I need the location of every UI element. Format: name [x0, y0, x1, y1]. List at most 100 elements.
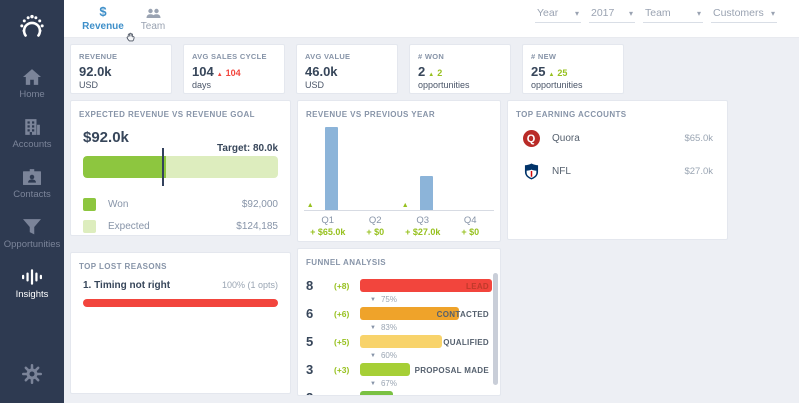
funnel-stage-proposal-made: 3 (+3) PROPOSAL MADE ▼ 67% [298, 363, 500, 388]
chart-column-q3: ▲ [399, 125, 447, 211]
filter-label: 2017 [591, 7, 614, 19]
app-logo-icon[interactable] [0, 0, 64, 56]
view-tabs: $ Revenue Team [64, 0, 178, 37]
x-axis-labels: Q1 + $65.0k Q2 + $0 Q3 + $27.0k Q4 + $0 [304, 215, 494, 237]
won-progress-segment [83, 156, 166, 178]
stage-delta: (+8) [334, 281, 349, 291]
kpi-label: # WON [410, 45, 510, 61]
account-value: $27.0k [684, 166, 713, 177]
kpi-label: AVG VALUE [297, 45, 397, 61]
kpi-delta: 104 [226, 68, 241, 78]
chart-column-q4 [447, 125, 495, 211]
account-row-quora[interactable]: Q Quora $65.0k [508, 125, 727, 152]
quarter-label: Q4 [447, 215, 495, 226]
kpi-value: 92.0k [79, 64, 112, 79]
card-title: FUNNEL ANALYSIS [298, 249, 500, 267]
legend-row-won: Won $92,000 [83, 193, 278, 215]
kpi-unit: days [184, 79, 284, 90]
legend-value: $124,185 [236, 221, 278, 232]
chevron-down-icon: ▾ [771, 9, 775, 18]
kpi-value: 104 [192, 64, 214, 79]
expected-revenue-card: EXPECTED REVENUE VS REVENUE GOAL $92.0k … [70, 100, 291, 236]
card-title: TOP LOST REASONS [71, 253, 290, 271]
kpi-label: REVENUE [71, 45, 171, 61]
chevron-down-icon: ▾ [575, 9, 579, 18]
triangle-down-icon: ▼ [370, 297, 376, 303]
filter-customers[interactable]: Customers ▾ [711, 6, 777, 23]
tab-label: Team [141, 21, 165, 32]
conversion-rate: ▼ 67% [370, 379, 500, 388]
kpi-value: 2 [418, 64, 425, 79]
account-value: $65.0k [684, 133, 713, 144]
kpi-card-avg-sales-cycle: AVG SALES CYCLE 104 ▲ 104 days [183, 44, 285, 94]
sidebar-item-settings[interactable] [0, 364, 64, 389]
legend-label: Won [108, 199, 242, 210]
sidebar-item-label: Home [19, 89, 44, 100]
kpi-value: 46.0k [305, 64, 338, 79]
filter-label: Year [537, 7, 558, 19]
increase-triangle-icon: ▲ [307, 202, 314, 209]
chart-column-q2 [352, 125, 400, 211]
top-lost-reasons-card: TOP LOST REASONS 1. Timing not right 100… [70, 252, 291, 394]
triangle-down-icon: ▼ [370, 381, 376, 387]
sidebar-item-opportunities[interactable]: Opportunities [0, 210, 64, 260]
stage-bar [360, 335, 442, 348]
dollar-icon: $ [99, 5, 106, 19]
stage-bar [360, 363, 410, 376]
filter-year[interactable]: Year ▾ [535, 6, 581, 23]
sidebar-item-label: Opportunities [4, 239, 61, 250]
filter-year-value[interactable]: 2017 ▾ [589, 6, 635, 23]
chevron-down-icon: ▾ [697, 9, 701, 18]
filter-team[interactable]: Team ▾ [643, 6, 703, 23]
target-label: Target: 80.0k [217, 143, 278, 154]
stage-delta: (+2) [334, 393, 349, 396]
bar-q1 [325, 127, 338, 210]
account-row-nfl[interactable]: NFL $27.0k [508, 158, 727, 185]
conversion-rate: ▼ 75% [370, 295, 500, 304]
stage-bar [360, 391, 393, 396]
card-title: REVENUE VS PREVIOUS YEAR [298, 101, 500, 119]
gear-icon [22, 364, 42, 389]
kpi-delta: 25 [557, 68, 567, 78]
legend-label: Expected [108, 221, 236, 232]
sidebar-item-home[interactable]: Home [0, 60, 64, 110]
kpi-label: # NEW [523, 45, 623, 61]
lost-reason-row: 1. Timing not right 100% (1 opts) [83, 280, 278, 291]
filter-label: Customers [713, 7, 764, 19]
mouse-cursor-hand-icon [124, 31, 137, 49]
increase-triangle-icon: ▲ [402, 202, 409, 209]
won-swatch [83, 198, 96, 211]
lost-reason-percent: 100% (1 opts) [222, 280, 278, 290]
quarter-label: Q2 [352, 215, 400, 226]
revenue-vs-previous-year-card: REVENUE VS PREVIOUS YEAR ▲ ▲ Q1 + $6 [297, 100, 501, 242]
quarter-label: Q1 [304, 215, 352, 226]
revenue-progress-bar [83, 156, 278, 178]
sidebar-item-label: Insights [16, 289, 49, 300]
quarterly-bar-chart: ▲ ▲ [304, 125, 494, 211]
insights-equalizer-icon [22, 269, 42, 285]
sidebar-item-contacts[interactable]: Contacts [0, 160, 64, 210]
stage-count: 3 [306, 362, 313, 377]
contact-card-icon [23, 169, 41, 185]
sidebar-item-label: Contacts [13, 189, 51, 200]
chevron-down-icon: ▾ [629, 9, 633, 18]
quarter-delta: + $0 [352, 227, 400, 237]
sidebar: Home Accounts [0, 0, 64, 403]
stage-delta: (+6) [334, 309, 349, 319]
sidebar-item-insights[interactable]: Insights [0, 260, 64, 310]
sidebar-nav: Home Accounts [0, 60, 64, 310]
sidebar-item-accounts[interactable]: Accounts [0, 110, 64, 160]
tab-revenue[interactable]: $ Revenue [78, 0, 128, 37]
conversion-rate: ▼ 60% [370, 351, 500, 360]
top-earning-accounts-card: TOP EARNING ACCOUNTS Q Quora $65.0k NFL … [507, 100, 728, 240]
funnel-scrollbar[interactable] [493, 273, 498, 385]
conversion-value: 83% [381, 323, 397, 332]
kpi-unit: opportunities [523, 79, 623, 90]
kpi-card-won: # WON 2 ▲ 2 opportunities [409, 44, 511, 94]
stage-count: 2 [306, 390, 313, 396]
sidebar-item-label: Accounts [12, 139, 51, 150]
triangle-up-icon: ▲ [428, 72, 434, 78]
triangle-up-icon: ▲ [217, 72, 223, 78]
card-title: EXPECTED REVENUE VS REVENUE GOAL [71, 101, 290, 119]
tab-label: Revenue [82, 21, 124, 32]
